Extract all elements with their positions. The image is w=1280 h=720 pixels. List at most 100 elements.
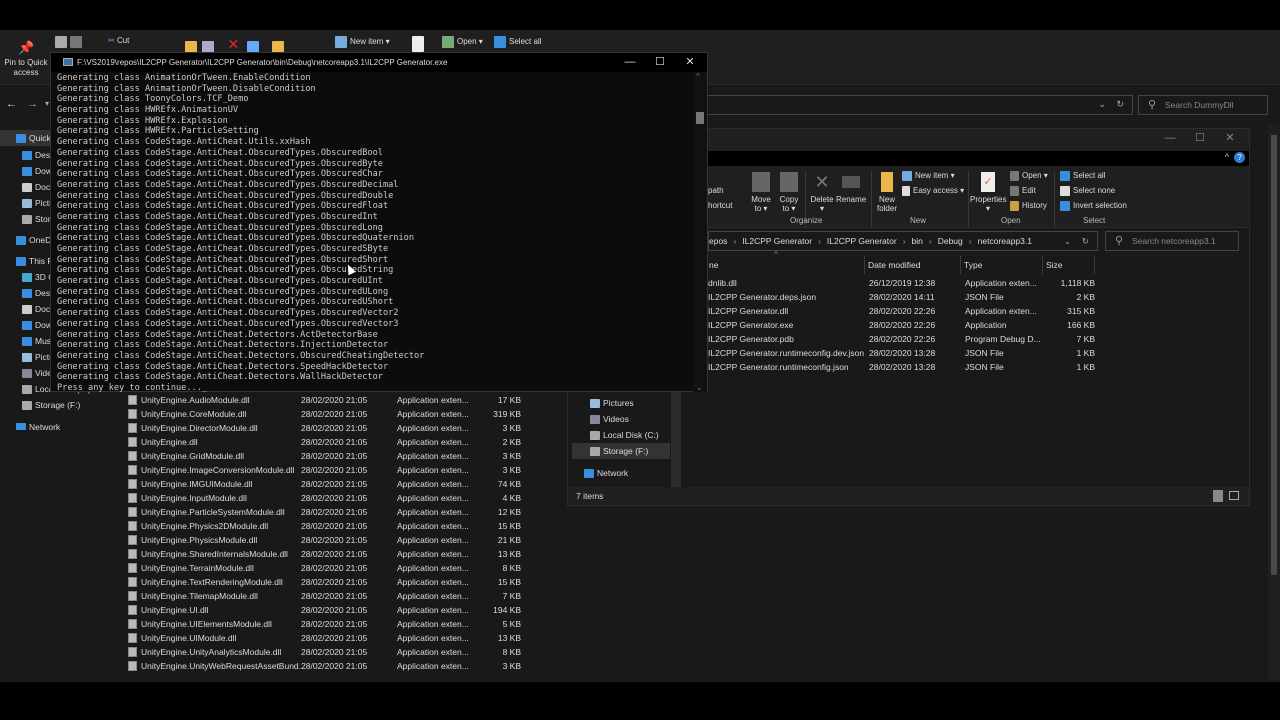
cut-button[interactable]: ✂ Cut	[108, 36, 129, 45]
nav-scrollbar[interactable]	[671, 391, 681, 487]
file-row[interactable]: UnityEngine.ParticleSystemModule.dll 28/0…	[128, 505, 528, 519]
file-row[interactable]: UnityEngine.GridModule.dll 28/02/2020 21:…	[128, 449, 528, 463]
search-dummydll-input[interactable]: Search DummyDll	[1138, 95, 1268, 115]
breadcrumb-item[interactable]: bin	[912, 236, 923, 246]
copy-icon	[780, 172, 798, 192]
history-button[interactable]: History	[1010, 201, 1047, 211]
console-scrollbar[interactable]: ^ ⌄	[693, 72, 707, 392]
file-row[interactable]: UnityEngine.TerrainModule.dll 28/02/2020 …	[128, 561, 528, 575]
close-button[interactable]: ✕	[1215, 129, 1245, 148]
column-type[interactable]: Type	[961, 256, 1043, 274]
file-row[interactable]: IL2CPP Generator.runtimeconfig.json 28/02…	[708, 360, 1098, 374]
new-item-button[interactable]: New item ▾	[902, 171, 955, 181]
file-row[interactable]: UnityEngine.UI.dll 28/02/2020 21:05 Applic…	[128, 603, 528, 617]
back-button[interactable]: ←	[6, 98, 17, 110]
copy-to-button[interactable]: Copy to ▾	[776, 172, 802, 213]
close-button[interactable]: ✕	[675, 53, 705, 72]
refresh-icon[interactable]: ↻	[1082, 232, 1089, 250]
nav-item[interactable]: Local Disk (C:)	[590, 427, 659, 443]
nav-item[interactable]: Pictures	[590, 395, 634, 411]
background-scrollbar[interactable]	[1268, 125, 1280, 680]
nav-item[interactable]: Network	[584, 465, 628, 481]
address-bar[interactable]: epos › IL2CPP Generator › IL2CPP Generator › b…	[708, 231, 1098, 251]
select-all-button[interactable]: Select all	[1060, 171, 1105, 181]
nav-item[interactable]: Storage (F:)	[22, 397, 80, 413]
file-row[interactable]: UnityEngine.UIElementsModule.dll 28/02/20…	[128, 617, 528, 631]
new-folder-button[interactable]: New folder	[876, 172, 898, 213]
file-row[interactable]: UnityEngine.InputModule.dll 28/02/2020 21…	[128, 491, 528, 505]
open-button[interactable]: Open ▾	[442, 36, 483, 48]
file-row[interactable]: UnityEngine.SharedInternalsModule.dll 28/…	[128, 547, 528, 561]
file-row[interactable]: UnityEngine.DirectorModule.dll 28/02/2020…	[128, 421, 528, 435]
large-icons-view-button[interactable]	[1229, 491, 1239, 500]
file-row[interactable]: UnityEngine.Physics2DModule.dll 28/02/202…	[128, 519, 528, 533]
file-row[interactable]: UnityEngine.ImageConversionModule.dll 28/…	[128, 463, 528, 477]
file-row[interactable]: UnityEngine.IMGUIModule.dll 28/02/2020 21…	[128, 477, 528, 491]
nav-item[interactable]: Network	[16, 419, 60, 430]
file-row[interactable]: IL2CPP Generator.exe 28/02/2020 22:26 Appl…	[708, 318, 1098, 332]
scrollbar-thumb[interactable]	[1271, 135, 1277, 575]
copy-path-button[interactable]: path	[708, 186, 724, 195]
file-date: 28/02/2020 21:05	[301, 549, 368, 559]
nav-item[interactable]: Videos	[590, 411, 629, 427]
delete-button[interactable]: ✕ Delete ▾	[808, 172, 836, 213]
recent-chevron-icon[interactable]: ▾	[45, 99, 49, 108]
breadcrumb-item[interactable]: IL2CPP Generator	[742, 236, 812, 246]
details-view-button[interactable]	[1213, 490, 1223, 502]
file-date: 28/02/2020 21:05	[301, 451, 368, 461]
file-row[interactable]: UnityEngine.dll 28/02/2020 21:05 Applicati…	[128, 435, 528, 449]
select-all-button[interactable]: Select all	[494, 36, 541, 48]
edit-button[interactable]: Edit	[1010, 186, 1036, 196]
console-line: Generating class HWREfx.ParticleSetting	[57, 126, 259, 137]
column-name[interactable]: ne	[706, 256, 865, 274]
file-row[interactable]: UnityEngine.TextRenderingModule.dll 28/02…	[128, 575, 528, 589]
file-row[interactable]: dnlib.dll 26/12/2019 12:38 Application ext…	[708, 276, 1098, 290]
move-to-button[interactable]: Move to ▾	[748, 172, 774, 213]
new-item-button[interactable]: New item ▾	[335, 36, 390, 48]
file-row[interactable]: UnityEngine.UIModule.dll 28/02/2020 21:05…	[128, 631, 528, 645]
file-row[interactable]: IL2CPP Generator.runtimeconfig.dev.json 2…	[708, 346, 1098, 360]
file-row[interactable]: UnityEngine.UnityAnalyticsModule.dll 28/0…	[128, 645, 528, 659]
invert-selection-button[interactable]: Invert selection	[1060, 201, 1127, 211]
file-row[interactable]: UnityEngine.UnityWebRequestAssetBund... 2…	[128, 659, 528, 673]
rename-button[interactable]: Rename	[836, 172, 866, 204]
properties-button[interactable]: ✓ Properties ▾	[970, 172, 1006, 213]
refresh-icon[interactable]: ↻	[1116, 99, 1124, 110]
scroll-down-icon[interactable]: ⌄	[696, 383, 703, 392]
scrollbar-thumb[interactable]	[696, 112, 704, 124]
new-item-label: New item ▾	[915, 171, 955, 181]
file-row[interactable]: UnityEngine.CoreModule.dll 28/02/2020 21:…	[128, 407, 528, 421]
file-row[interactable]: UnityEngine.PhysicsModule.dll 28/02/2020 …	[128, 533, 528, 547]
scroll-up-icon[interactable]: ^	[696, 72, 700, 81]
breadcrumb-item[interactable]: Debug	[938, 236, 963, 246]
file-row[interactable]: IL2CPP Generator.deps.json 28/02/2020 14:…	[708, 290, 1098, 304]
chevron-down-icon[interactable]: ⌄	[1098, 99, 1106, 110]
file-row[interactable]: IL2CPP Generator.dll 28/02/2020 22:26 Appl…	[708, 304, 1098, 318]
minimize-button[interactable]: —	[1155, 129, 1185, 148]
breadcrumb-item[interactable]: netcoreapp3.1	[978, 236, 1032, 246]
column-size[interactable]: Size	[1043, 256, 1095, 274]
help-icon[interactable]: ?	[1234, 152, 1245, 163]
pin-quick-access-button[interactable]: Pin to Quick access	[4, 58, 48, 78]
file-row[interactable]: UnityEngine.TilemapModule.dll 28/02/2020 …	[128, 589, 528, 603]
breadcrumb-item[interactable]: epos	[709, 236, 727, 246]
easy-access-button[interactable]: Easy access ▾	[902, 186, 964, 196]
nav-item[interactable]: Storage (F:)	[572, 443, 670, 459]
search-netcoreapp-input[interactable]: Search netcoreapp3.1	[1105, 231, 1239, 251]
maximize-button[interactable]: ☐	[1185, 129, 1215, 148]
select-none-button[interactable]: Select none	[1060, 186, 1115, 196]
chevron-down-icon[interactable]: ⌄	[1064, 232, 1071, 250]
file-row[interactable]: IL2CPP Generator.pdb 28/02/2020 22:26 Prog…	[708, 332, 1098, 346]
column-date-modified[interactable]: Date modified	[865, 256, 961, 274]
open-button[interactable]: Open ▾	[1010, 171, 1048, 181]
properties-icon[interactable]	[412, 36, 427, 52]
collapse-ribbon-icon[interactable]: ^	[1225, 152, 1229, 162]
paste-shortcut-button[interactable]: hortcut	[708, 201, 732, 210]
breadcrumb-item[interactable]: IL2CPP Generator	[827, 236, 897, 246]
file-row[interactable]: UnityEngine.AudioModule.dll 28/02/2020 21…	[128, 393, 528, 407]
forward-button[interactable]: →	[27, 98, 38, 110]
maximize-button[interactable]: ☐	[645, 53, 675, 72]
minimize-button[interactable]: —	[615, 53, 645, 72]
file-type: Application exten...	[397, 521, 469, 531]
console-line: Generating class HWREfx.AnimationUV	[57, 105, 239, 116]
